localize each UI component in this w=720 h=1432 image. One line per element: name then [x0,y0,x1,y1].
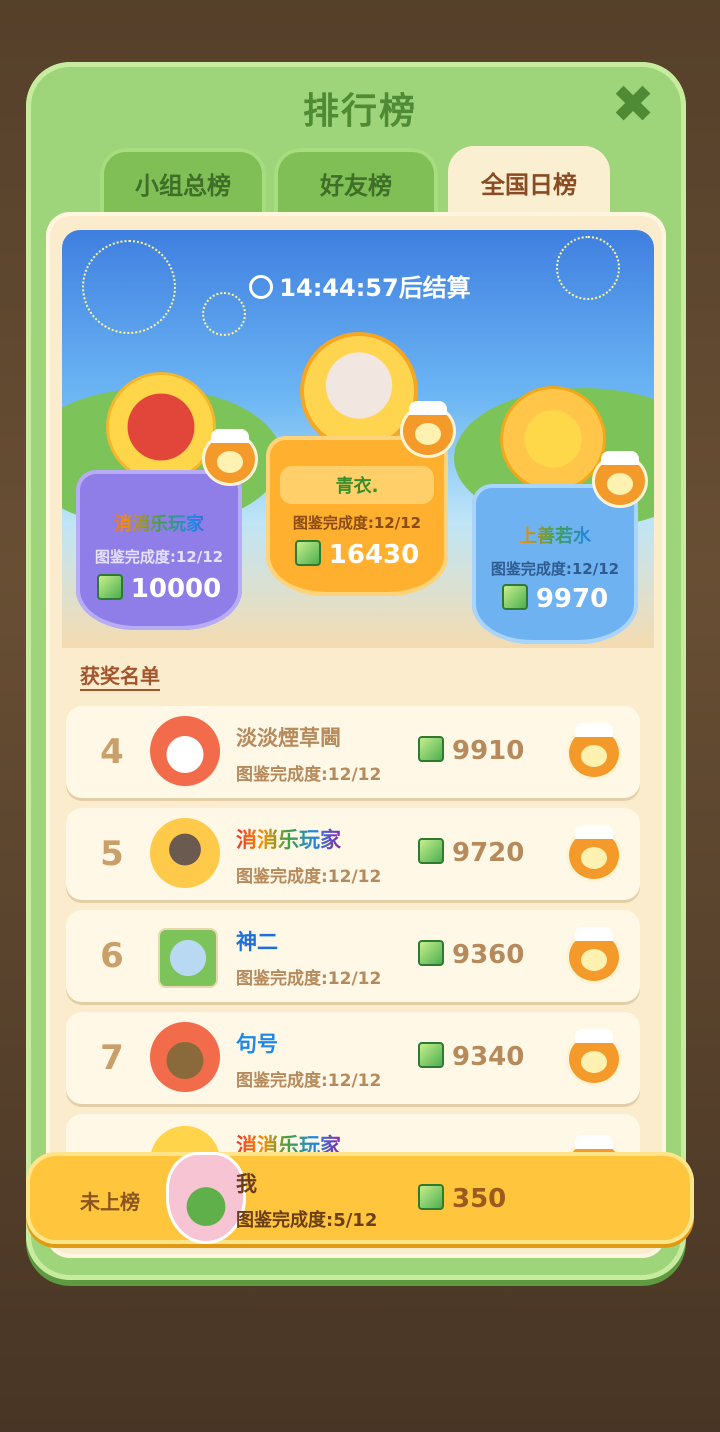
tiger-badge-icon [566,927,622,984]
gem-icon [418,736,444,762]
score: 16430 [328,540,420,570]
score: 9910 [452,736,525,766]
my-name: 我 [236,1172,257,1196]
collection-progress: 图鉴完成度:12/12 [236,765,382,785]
my-score: 350 [452,1184,507,1214]
avatar [150,716,220,786]
countdown-time: 14:44:57 [279,274,399,302]
score: 9360 [452,940,525,970]
my-rank-bar[interactable]: 未上榜 我 图鉴完成度:5/12 350 [26,1152,694,1244]
avatar [150,818,220,888]
countdown-suffix: 后结算 [398,274,471,302]
podium-third[interactable]: 上善若水 图鉴完成度:12/12 9970 [472,484,638,644]
avatar [150,1022,220,1092]
tiger-badge-icon [202,429,258,486]
player-name: 淡淡煙草閪 [236,726,341,750]
podium-first[interactable]: 青衣. 图鉴完成度:12/12 16430 [266,436,448,596]
avatar [158,928,218,988]
table-row[interactable]: 5 消消乐玩家 图鉴完成度:12/12 9720 [66,808,640,900]
rank-number: 4 [100,732,124,772]
collection-progress: 图鉴完成度:12/12 [236,1071,382,1091]
tab-national-daily[interactable]: 全国日榜 [448,146,610,218]
my-collection-progress: 图鉴完成度:5/12 [236,1210,378,1231]
gem-icon [418,1042,444,1068]
table-row[interactable]: 7 句号 图鉴完成度:12/12 9340 [66,1012,640,1104]
player-name: 上善若水 [486,516,624,554]
collection-progress: 图鉴完成度:12/12 [236,969,382,989]
tiger-badge-icon [566,1029,622,1086]
score: 9720 [452,838,525,868]
tiger-badge-icon [566,723,622,780]
player-name: 消消乐玩家 [236,1130,341,1154]
clock-icon [249,275,274,299]
table-row[interactable]: 消消乐玩家 [66,1114,640,1154]
collection-progress: 图鉴完成度:12/12 [236,867,382,887]
player-name: 神二 [236,930,278,954]
score: 9340 [452,1042,525,1072]
rank-number: 6 [100,936,124,976]
avatar[interactable] [106,372,216,482]
score: 10000 [130,574,222,604]
tiger-badge-icon [400,401,456,458]
gem-icon [418,940,444,966]
gem-icon [418,1184,444,1210]
player-name: 消消乐玩家 [236,824,341,854]
player-name: 青衣. [280,466,434,504]
collection-progress: 图鉴完成度:12/12 [94,548,224,566]
score: 9970 [535,584,609,614]
avatar [150,1126,220,1154]
tab-group-total[interactable]: 小组总榜 [100,148,266,218]
avatar [166,1152,246,1244]
gem-icon [418,838,444,864]
tiger-badge-icon [566,825,622,882]
my-rank-status: 未上榜 [80,1190,140,1214]
countdown-timer: 14:44:57后结算 [0,268,720,303]
podium-second[interactable]: 消消乐玩家 图鉴完成度:12/12 10000 [76,470,242,630]
tiger-badge-icon [592,451,648,508]
table-row[interactable]: 4 淡淡煙草閪 图鉴完成度:12/12 9910 [66,706,640,798]
close-icon[interactable]: ✖ [608,79,658,131]
collection-progress: 图鉴完成度:12/12 [490,560,620,578]
section-title: 获奖名单 [80,664,160,688]
collection-progress: 图鉴完成度:12/12 [292,514,422,532]
gem-icon [294,540,321,566]
rank-number: 5 [100,834,124,874]
rank-number: 7 [100,1038,124,1078]
gem-icon [96,574,123,600]
gem-icon [501,584,528,610]
player-name: 消消乐玩家 [90,504,228,542]
table-row[interactable]: 6 神二 图鉴完成度:12/12 9360 [66,910,640,1002]
avatar[interactable] [500,386,606,492]
player-name: 句号 [236,1032,278,1056]
tab-friends[interactable]: 好友榜 [274,148,438,218]
